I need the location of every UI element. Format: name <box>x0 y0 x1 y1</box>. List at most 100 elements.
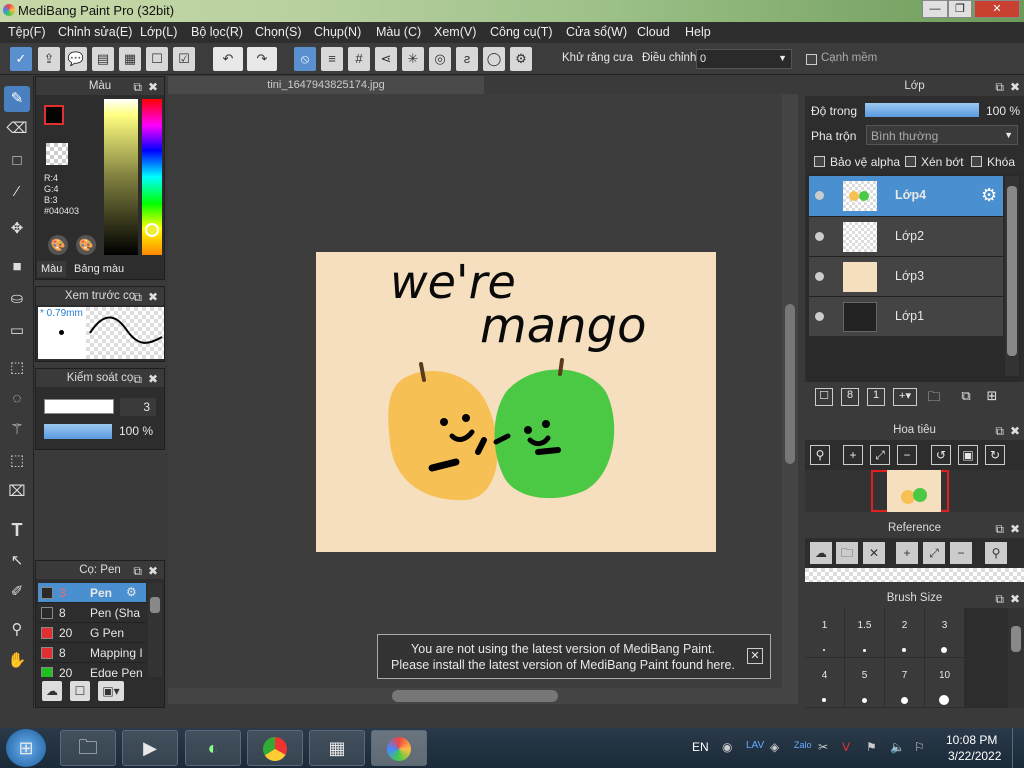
brush-list-item[interactable]: 20 Edge Pen <box>38 663 146 677</box>
menu-color[interactable]: Màu (C) <box>376 25 421 39</box>
eyedropper-icon[interactable]: ⚲ <box>985 542 1007 564</box>
navigator-view[interactable] <box>805 470 1024 512</box>
layer-row[interactable]: Lớp1 <box>809 296 1003 336</box>
eye-icon[interactable] <box>815 312 824 321</box>
minimize-button[interactable]: — <box>922 0 948 18</box>
select-tool-icon[interactable]: ⬚ <box>4 355 30 381</box>
palette-icon[interactable]: 🎨 <box>48 235 68 255</box>
menu-tools[interactable]: Công cụ(T) <box>490 25 553 39</box>
close-button[interactable]: ✕ <box>974 0 1020 18</box>
gear-icon[interactable]: ⚙ <box>126 585 137 599</box>
menu-snap[interactable]: Chụp(N) <box>314 25 361 39</box>
lasso-tool-icon[interactable]: ◌ <box>4 386 30 412</box>
page-icon[interactable]: ☐ <box>146 47 168 71</box>
close-icon[interactable]: ✖ <box>1010 519 1020 539</box>
close-icon[interactable]: ✖ <box>1010 421 1020 441</box>
undock-icon[interactable]: ⧉ <box>133 562 142 580</box>
parallel-snap-icon[interactable]: ≡ <box>321 47 343 71</box>
operation-tool-icon[interactable]: ↖ <box>4 548 30 574</box>
text-tool-icon[interactable]: T <box>4 517 30 543</box>
media-player-icon[interactable]: ▶ <box>122 730 178 766</box>
layer-row[interactable]: Lớp2 <box>809 216 1003 256</box>
curve-snap-icon[interactable]: ƨ <box>456 47 478 71</box>
gear-icon[interactable]: ⚙ <box>981 185 997 206</box>
eye-icon[interactable] <box>815 191 824 200</box>
eyedropper-tool-icon[interactable]: ⚲ <box>4 617 30 643</box>
layer-opacity-slider[interactable] <box>865 103 979 117</box>
close-icon[interactable]: ✖ <box>1010 77 1020 97</box>
start-button[interactable]: ⊞ <box>6 729 46 767</box>
1bit-layer-icon[interactable]: 1 <box>867 388 885 406</box>
layer-row[interactable]: Lớp3 <box>809 256 1003 296</box>
rotate-right-icon[interactable]: ↻ <box>985 445 1005 465</box>
brush-size-cell[interactable]: 5 <box>845 658 884 707</box>
network-tray-icon[interactable]: ⚑ <box>866 740 877 754</box>
dot-brush-tool-icon[interactable]: ⁄ <box>4 179 30 205</box>
clip-checkbox[interactable] <box>905 156 916 170</box>
update-notice[interactable]: You are not using the latest version of … <box>377 634 771 679</box>
fill-rect-tool-icon[interactable]: ■ <box>4 254 30 280</box>
halftone-layer-icon[interactable]: 8 <box>841 388 859 406</box>
brush-size-scrollbar[interactable] <box>1008 608 1024 708</box>
action-center-icon[interactable]: ⚐ <box>914 740 925 754</box>
menu-file[interactable]: Tệp(F) <box>8 25 46 39</box>
fit-icon[interactable]: ⤢ <box>870 445 890 465</box>
folder-icon[interactable]: 🗀 <box>925 388 943 406</box>
menu-filter[interactable]: Bộ lọc(R) <box>191 25 243 39</box>
brush-size-cell[interactable]: 7 <box>885 658 924 707</box>
cloud-save-icon[interactable]: ✓ <box>10 47 32 71</box>
eye-icon[interactable] <box>815 232 824 241</box>
menu-layer[interactable]: Lớp(L) <box>140 25 177 39</box>
brush-list-item[interactable]: 3 Pen ⚙ <box>38 583 146 603</box>
volume-icon[interactable]: 🔈 <box>890 740 905 754</box>
brush-size-cell[interactable]: 1.5 <box>845 608 884 657</box>
transparent-swatch[interactable] <box>46 143 68 165</box>
undock-icon[interactable]: ⧉ <box>133 78 142 96</box>
select-pen-tool-icon[interactable]: ⬚ <box>4 448 30 474</box>
close-icon[interactable]: ✖ <box>148 288 158 306</box>
undock-icon[interactable]: ⧉ <box>995 589 1004 609</box>
document-icon[interactable]: ▦ <box>119 47 141 71</box>
settings-gear-icon[interactable]: ⚙ <box>510 47 532 71</box>
gradient-tool-icon[interactable]: ▭ <box>4 318 30 344</box>
undock-icon[interactable]: ⧉ <box>133 370 142 388</box>
tab-palette[interactable]: Bảng màu <box>70 261 128 277</box>
brush-tool-icon[interactable]: ✎ <box>4 86 30 112</box>
close-icon[interactable]: ✖ <box>148 562 158 580</box>
undock-icon[interactable]: ⧉ <box>995 421 1004 441</box>
scrollbar-thumb[interactable] <box>1007 186 1017 356</box>
tools-tray-icon[interactable]: ✂ <box>818 740 828 754</box>
brush-list-scrollbar[interactable] <box>148 583 162 677</box>
brush-size-cell[interactable]: 10 <box>925 658 964 707</box>
new-layer-icon[interactable]: ☐ <box>815 388 833 406</box>
scrollbar-thumb[interactable] <box>150 597 160 613</box>
comment-icon[interactable]: 💬 <box>65 47 87 71</box>
hscroll-thumb[interactable] <box>392 690 558 702</box>
eraser-tool-icon[interactable]: ⌫ <box>4 116 30 142</box>
brush-size-cell[interactable]: 4 <box>805 658 844 707</box>
vivaldi-tray-icon[interactable]: V <box>842 740 850 754</box>
clock-time[interactable]: 10:08 PM <box>946 733 997 747</box>
circle-snap-icon[interactable]: ◎ <box>429 47 451 71</box>
checklist-icon[interactable]: ☑ <box>173 47 195 71</box>
brush-list-item[interactable]: 8 Pen (Sha <box>38 603 146 623</box>
tray-icon[interactable]: ◈ <box>770 740 779 754</box>
reference-view[interactable] <box>805 568 1024 582</box>
select-eraser-tool-icon[interactable]: ⌧ <box>4 479 30 505</box>
rotate-left-icon[interactable]: ↺ <box>931 445 951 465</box>
tab-color[interactable]: Màu <box>37 261 67 277</box>
brush-list-item[interactable]: 8 Mapping I <box>38 643 146 663</box>
discord-tray-icon[interactable]: ◉ <box>722 740 732 754</box>
close-icon[interactable]: ✖ <box>148 78 158 96</box>
undo-icon[interactable]: ↶ <box>213 47 243 71</box>
brush-size-slider[interactable] <box>44 399 114 414</box>
medibang-taskbar-icon[interactable] <box>371 730 427 766</box>
hand-tool-icon[interactable]: ✋ <box>4 648 30 674</box>
close-reference-icon[interactable]: ✕ <box>863 542 885 564</box>
menu-edit[interactable]: Chỉnh sửa(E) <box>58 25 132 39</box>
radial-snap-icon[interactable]: ✳ <box>402 47 424 71</box>
show-desktop-button[interactable] <box>1012 728 1024 768</box>
add-layer-menu-icon[interactable]: +▾ <box>893 388 917 406</box>
zoom-out-icon[interactable]: − <box>950 542 972 564</box>
vscroll-thumb[interactable] <box>785 304 795 464</box>
